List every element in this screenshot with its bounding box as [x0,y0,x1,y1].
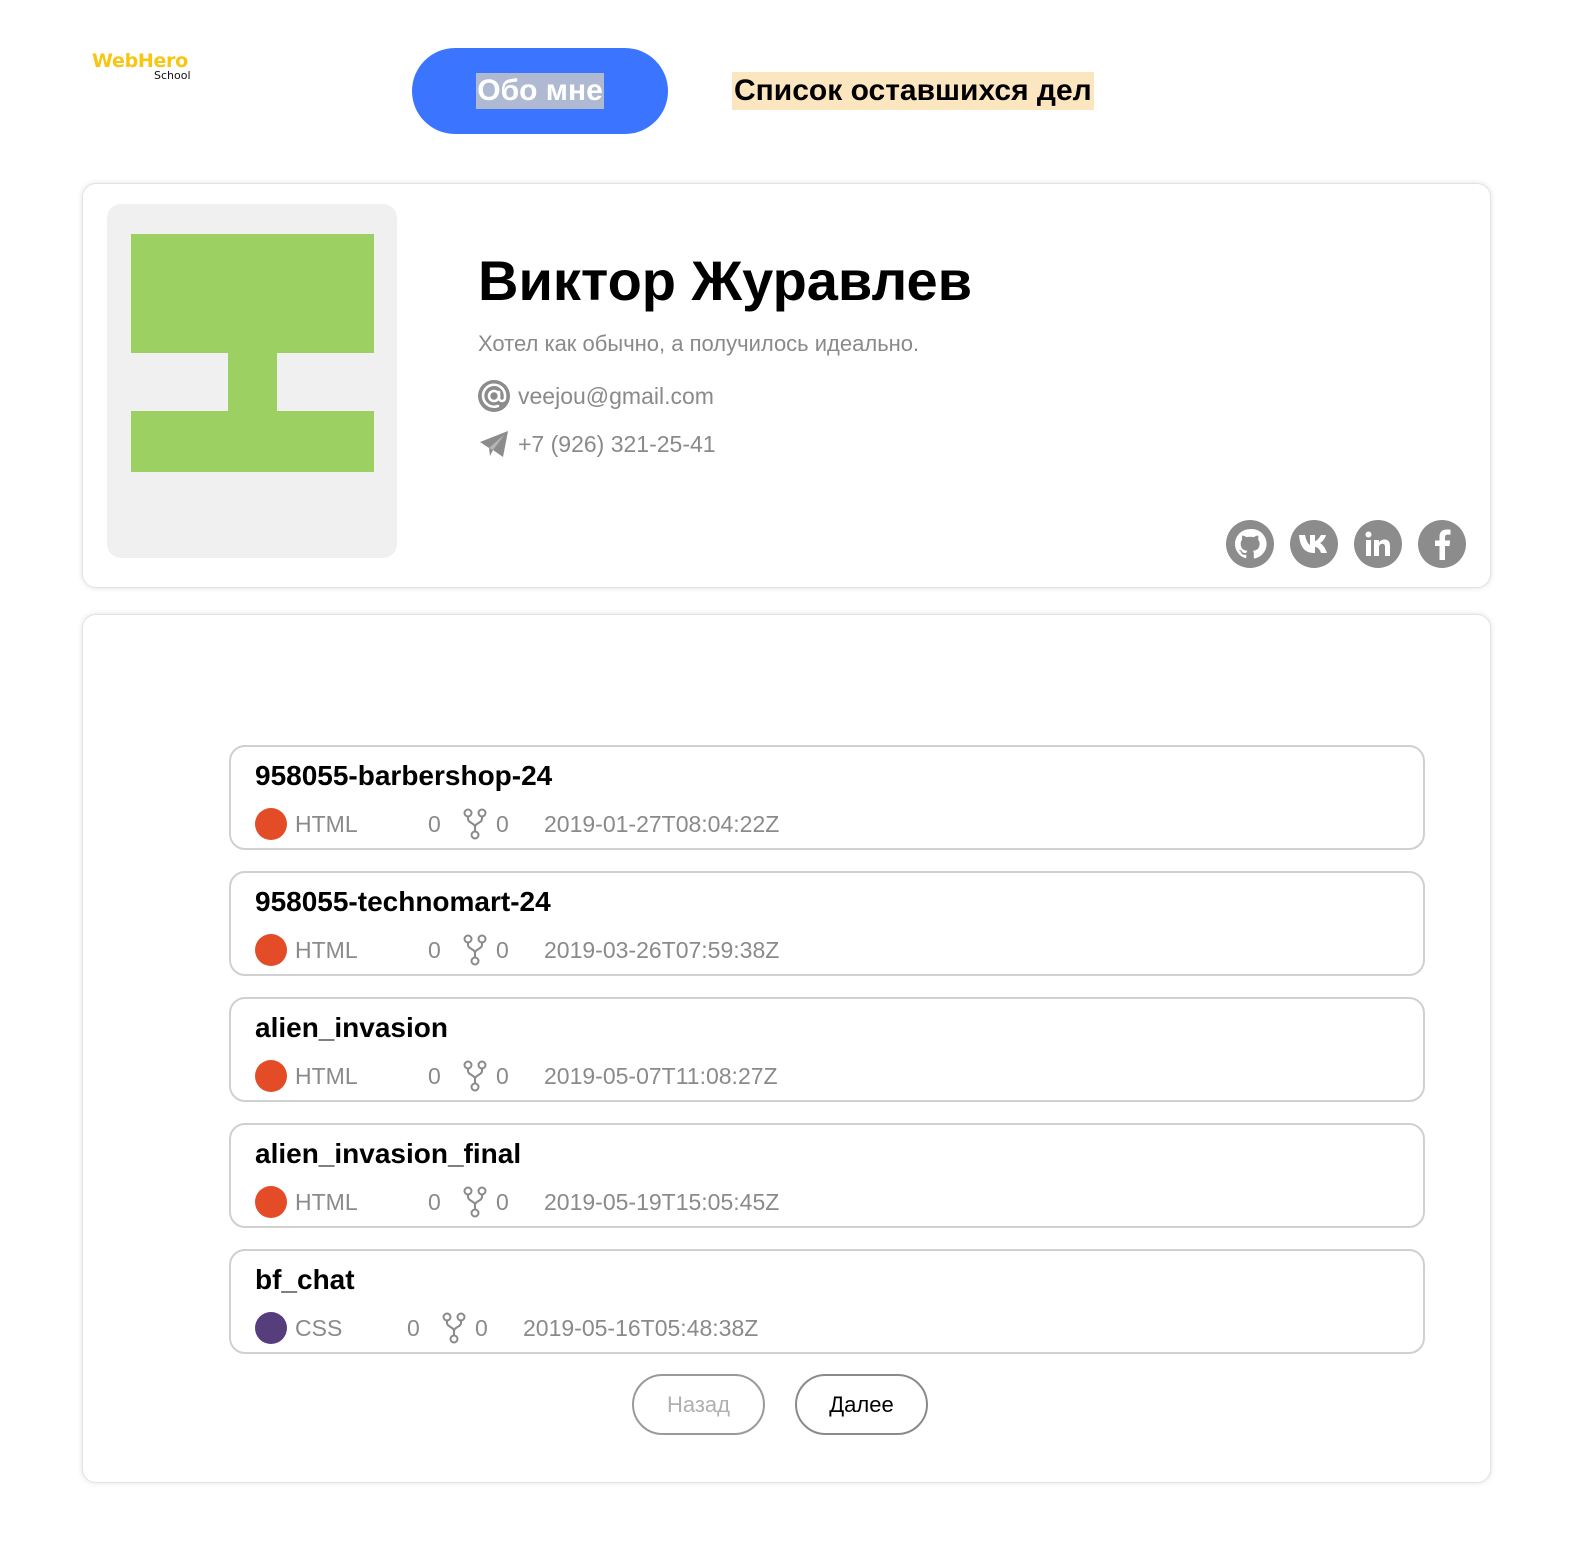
fork-icon [462,1185,488,1219]
prev-page-button[interactable]: Назад [632,1374,765,1435]
repo-forks: 0 [496,810,509,837]
profile-bio: Хотел как обычно, а получилось идеально. [478,331,920,356]
language-dot [255,1312,287,1344]
nav-about-label: Обо мне [476,73,604,109]
avatar-block [228,353,277,411]
language-dot [255,934,287,966]
repo-language: CSS [295,1314,343,1341]
repos-card: 958055-barbershop-24 HTML 0 0 2019-01-27… [82,614,1491,1483]
facebook-icon[interactable] [1418,520,1466,568]
repo-stars: 0 [407,1314,420,1341]
language-dot [255,808,287,840]
repo-item[interactable]: bf_chat CSS 0 0 2019-05-16T05:48:38Z [229,1249,1425,1354]
repo-stars: 0 [428,810,441,837]
fork-icon [462,807,488,841]
contact-phone[interactable]: +7 (926) 321-25-41 [478,428,716,460]
repo-forks: 0 [496,1062,509,1089]
email-text: veejou@gmail.com [518,382,714,409]
repo-updated: 2019-01-27T08:04:22Z [544,810,780,837]
repo-item[interactable]: 958055-technomart-24 HTML 0 0 2019-03-26… [229,871,1425,976]
fork-icon [462,1059,488,1093]
repo-forks: 0 [496,1188,509,1215]
repo-language: HTML [295,810,358,837]
next-page-button[interactable]: Далее [795,1374,928,1435]
repo-name: alien_invasion [255,1012,448,1043]
profile-card: Виктор Журавлев Хотел как обычно, а полу… [82,183,1491,588]
telegram-icon [478,428,510,460]
repo-stars: 0 [428,936,441,963]
repo-meta: HTML 0 0 2019-05-07T11:08:27Z [255,1059,778,1093]
language-dot [255,1060,287,1092]
nav-about-button[interactable]: Обо мне [412,48,668,134]
repo-name: bf_chat [255,1264,355,1295]
linkedin-icon[interactable] [1354,520,1402,568]
repo-meta: CSS 0 0 2019-05-16T05:48:38Z [255,1311,758,1345]
repo-forks: 0 [496,936,509,963]
language-dot [255,1186,287,1218]
repo-name: 958055-barbershop-24 [255,760,553,791]
logo[interactable]: WebHero School [92,50,202,90]
repo-meta: HTML 0 0 2019-01-27T08:04:22Z [255,807,779,841]
repo-name: 958055-technomart-24 [255,886,551,917]
repo-updated: 2019-05-19T15:05:45Z [544,1188,780,1215]
repo-stars: 0 [428,1062,441,1089]
repo-forks: 0 [475,1314,488,1341]
contact-email[interactable]: veejou@gmail.com [478,380,714,412]
repo-item[interactable]: 958055-barbershop-24 HTML 0 0 2019-01-27… [229,745,1425,850]
repo-name: alien_invasion_final [255,1138,522,1169]
repo-updated: 2019-05-16T05:48:38Z [523,1314,759,1341]
at-icon [478,380,510,412]
repo-item[interactable]: alien_invasion HTML 0 0 2019-05-07T11:08… [229,997,1425,1102]
repo-meta: HTML 0 0 2019-03-26T07:59:38Z [255,933,779,967]
social-links [1226,520,1466,568]
avatar-block [131,234,374,353]
nav-todo-link[interactable]: Список оставшихся дел [732,72,1094,110]
profile-name: Виктор Журавлев [478,249,973,312]
fork-icon [441,1311,467,1345]
phone-text: +7 (926) 321-25-41 [518,430,716,457]
repo-language: HTML [295,936,358,963]
avatar-block [131,411,374,472]
repo-updated: 2019-05-07T11:08:27Z [544,1062,778,1089]
repo-language: HTML [295,1188,358,1215]
logo-sub: School [154,69,191,82]
avatar [107,204,397,558]
repo-language: HTML [295,1062,358,1089]
repo-stars: 0 [428,1188,441,1215]
vk-icon[interactable] [1290,520,1338,568]
repo-item[interactable]: alien_invasion_final HTML 0 0 2019-05-19… [229,1123,1425,1228]
fork-icon [462,933,488,967]
page: WebHero School Обо мне Список оставшихся… [0,0,1592,1562]
repo-meta: HTML 0 0 2019-05-19T15:05:45Z [255,1185,779,1219]
repo-updated: 2019-03-26T07:59:38Z [544,936,780,963]
github-icon[interactable] [1226,520,1274,568]
